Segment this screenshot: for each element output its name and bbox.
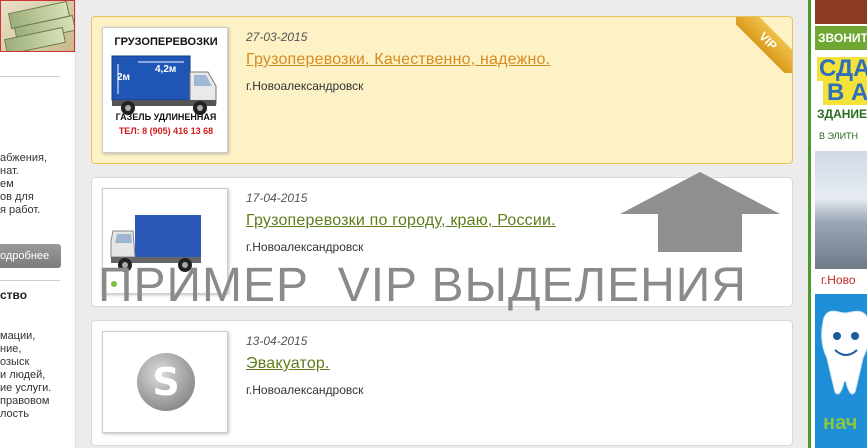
ad-banner-dental[interactable]: нач bbox=[815, 294, 867, 448]
ad-subheadline: ЗДАНИЕ bbox=[817, 107, 867, 121]
building-image bbox=[815, 151, 867, 269]
sidebar-text: абжения, нат. ем ов для я работ. bbox=[0, 152, 48, 216]
thumb-footer: ГАЗЕЛЬ УДЛИНЕННАЯ bbox=[115, 112, 217, 122]
left-sidebar: абжения, нат. ем ов для я работ. одробне… bbox=[0, 0, 76, 448]
placeholder-logo-icon: S bbox=[137, 353, 195, 411]
listing-thumbnail[interactable]: S bbox=[102, 331, 228, 433]
tooth-icon bbox=[821, 310, 867, 395]
thumb-phone: ТЕЛ: 8 (905) 416 13 68 bbox=[118, 126, 214, 136]
listing-title-link[interactable]: Грузоперевозки. Качественно, надежно. bbox=[246, 51, 550, 69]
listing-title-link[interactable]: Грузоперевозки по городу, краю, России. bbox=[246, 212, 556, 230]
money-banner[interactable] bbox=[0, 0, 75, 52]
ad-banner-image[interactable] bbox=[815, 0, 867, 24]
ad-banner-text: нач bbox=[823, 412, 858, 434]
dimension-length: 4,2м bbox=[155, 64, 177, 75]
listing-card-vip[interactable]: ГРУЗОПЕРЕВОЗКИ 2м 4,2м ГАЗЕЛЬ УДЛИНЕННАЯ… bbox=[91, 16, 793, 164]
dimension-height: 2м bbox=[117, 72, 130, 83]
listing-card[interactable]: S 13-04-2015 Эвакуатор. г.Новоалександро… bbox=[91, 320, 793, 446]
right-sidebar: ЗВОНИТ СДА В А ЗДАНИЕ В ЭЛИТН г.Ново нач bbox=[808, 0, 867, 448]
up-arrow-icon bbox=[620, 172, 780, 252]
listing-date: 17-04-2015 bbox=[246, 191, 308, 205]
divider bbox=[0, 76, 60, 77]
listing-city: г.Новоалександровск bbox=[246, 79, 364, 93]
listing-date: 27-03-2015 bbox=[246, 30, 308, 44]
listing-date: 13-04-2015 bbox=[246, 334, 308, 348]
listing-city: г.Новоалександровск bbox=[246, 383, 364, 397]
ad-banner-text[interactable]: ЗВОНИТ bbox=[815, 26, 867, 50]
vip-label: VIP bbox=[736, 17, 792, 73]
ad-headline: В А bbox=[823, 81, 867, 105]
vip-ribbon: VIP bbox=[736, 17, 792, 73]
listing-title-link[interactable]: Эвакуатор. bbox=[246, 355, 330, 373]
ad-city: г.Ново bbox=[821, 273, 856, 287]
listing-city: г.Новоалександровск bbox=[246, 240, 364, 254]
sidebar-heading: ство bbox=[0, 288, 28, 302]
ad-caption: В ЭЛИТН bbox=[819, 131, 859, 141]
sidebar-text: мации, ние, озыск и людей, ие услуги. пр… bbox=[0, 330, 52, 420]
more-button[interactable]: одробнее bbox=[0, 244, 61, 268]
divider bbox=[0, 280, 60, 281]
ad-banner-realty[interactable]: СДА В А ЗДАНИЕ В ЭЛИТН г.Ново bbox=[815, 57, 867, 297]
ad-headline: СДА bbox=[817, 57, 867, 81]
page: абжения, нат. ем ов для я работ. одробне… bbox=[0, 0, 867, 448]
thumb-letter: S bbox=[152, 360, 179, 404]
overlay-caption: ПРИМЕР VIP ВЫДЕЛЕНИЯ bbox=[98, 259, 747, 312]
listing-thumbnail[interactable]: ГРУЗОПЕРЕВОЗКИ 2м 4,2м ГАЗЕЛЬ УДЛИНЕННАЯ… bbox=[102, 27, 228, 153]
